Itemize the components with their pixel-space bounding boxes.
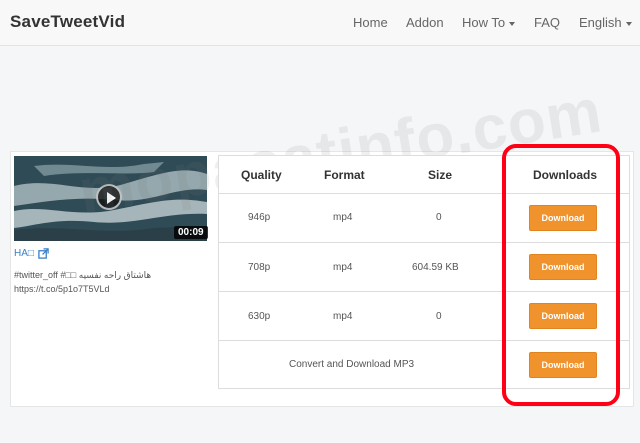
nav-how-to-label: How To [462, 15, 506, 30]
cell-format: mp4 [333, 262, 353, 273]
nav-language-label: English [579, 15, 622, 30]
external-link-icon[interactable] [38, 248, 49, 259]
nav-faq[interactable]: FAQ [534, 15, 560, 30]
tweet-link[interactable]: https://t.co/5p1o7T5VLd [14, 282, 204, 296]
chevron-down-icon [509, 21, 516, 26]
nav-how-to[interactable]: How To [462, 15, 516, 30]
cell-size: 0 [436, 212, 442, 223]
header-format: Format [324, 168, 365, 182]
highlight-box [502, 144, 620, 406]
header-size: Size [428, 168, 453, 182]
navbar: SaveTweetVid Home Addon How To FAQ Engli… [0, 0, 640, 46]
tweet-text-line: #twitter_off #□□ هاشتاق راحه نفسيه [14, 270, 152, 280]
cell-format: mp4 [333, 212, 353, 223]
cell-size: 0 [436, 311, 442, 322]
nav-addon[interactable]: Addon [406, 15, 444, 30]
cell-quality: 630p [248, 311, 271, 322]
video-duration: 00:09 [174, 226, 208, 239]
chevron-down-icon [625, 21, 632, 26]
cell-size: 604.59 KB [412, 262, 459, 273]
brand-logo[interactable]: SaveTweetVid [10, 12, 125, 32]
cell-quality: 946p [248, 212, 271, 223]
cell-format: mp4 [333, 311, 353, 322]
tweet-author-link[interactable]: HA□ [14, 248, 34, 259]
nav-language[interactable]: English [579, 15, 632, 30]
nav-home[interactable]: Home [353, 15, 388, 30]
header-quality: Quality [241, 168, 282, 182]
tweet-text: #twitter_off #□□ هاشتاق راحه نفسيه https… [14, 268, 204, 296]
mp3-label: Convert and Download MP3 [289, 359, 415, 370]
cell-quality: 708p [248, 262, 271, 273]
